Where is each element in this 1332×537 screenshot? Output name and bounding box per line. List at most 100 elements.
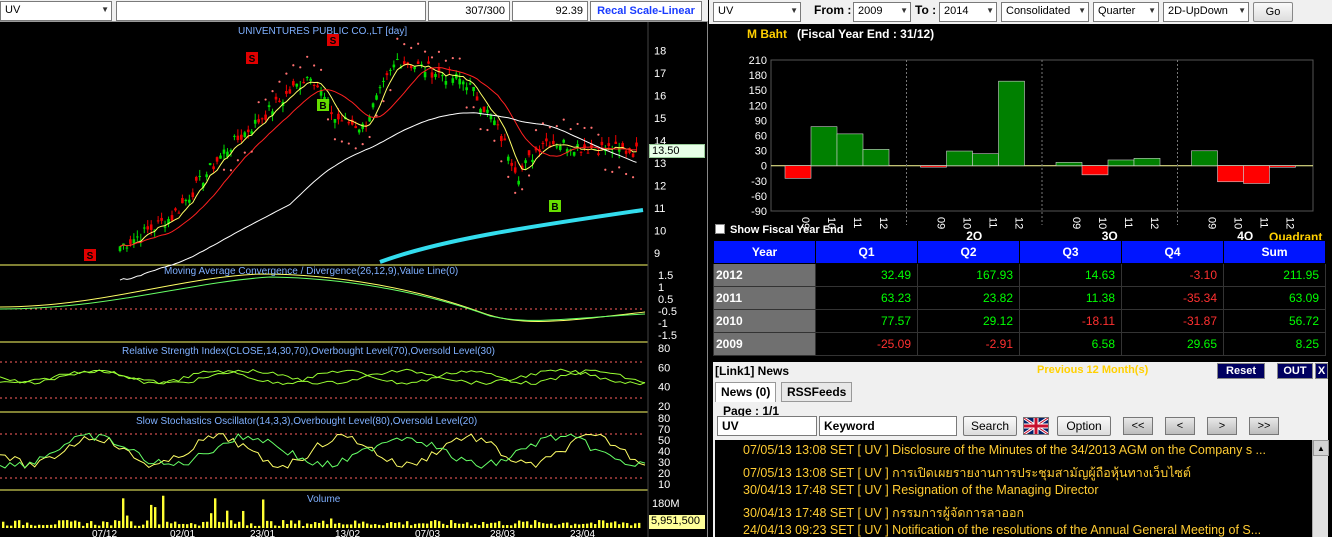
bar-3Q-09 <box>1055 162 1083 166</box>
sar-dot <box>576 122 579 126</box>
news-item[interactable]: 30/04/13 17:48 SET [ UV ] กรรมการผู้จัดก… <box>715 500 1312 520</box>
volume-bar <box>10 525 13 528</box>
volume-bar <box>382 525 385 528</box>
consolidation-dropdown[interactable]: Consolidated ▼ <box>1001 2 1089 22</box>
volume-bar <box>98 525 101 528</box>
candle-body <box>136 236 139 238</box>
first-page-button[interactable]: << <box>1123 417 1153 435</box>
volume-bar <box>438 521 441 528</box>
news-item[interactable]: 24/04/13 09:23 SET [ UV ] Notification o… <box>715 520 1312 537</box>
candle-body <box>170 215 174 221</box>
checkbox-box[interactable] <box>715 224 725 234</box>
fin-symbol-dropdown[interactable]: UV ▼ <box>713 2 801 22</box>
news-symbol-input[interactable]: UV <box>717 416 817 436</box>
candle-body <box>482 106 486 113</box>
news-item[interactable]: 07/05/13 13:08 SET [ UV ] Disclosure of … <box>715 440 1312 460</box>
to-year-dropdown[interactable]: 2014 ▼ <box>939 2 997 22</box>
sar-dot <box>597 133 600 136</box>
technical-chart[interactable]: SSSBB 18171615141312111091.510.5-0.5-1-1… <box>0 22 708 537</box>
bar-4Q-12 <box>1269 165 1296 168</box>
volume-bar <box>206 521 209 528</box>
volume-bar <box>42 525 45 528</box>
symbol-dropdown[interactable]: UV ▼ <box>0 1 112 21</box>
candle-body <box>614 141 618 144</box>
volume-bar <box>442 523 445 528</box>
bar-y-tick: 180 <box>749 70 767 82</box>
sar-dot <box>583 126 586 130</box>
bar-y-tick: 90 <box>755 115 767 127</box>
news-scrollbar[interactable]: ▲ <box>1312 440 1329 537</box>
candle-body <box>572 152 576 156</box>
from-label: From : <box>814 3 852 17</box>
candle-body <box>295 83 299 87</box>
to-label: To : <box>915 3 937 17</box>
keyword-input[interactable]: Keyword <box>819 416 957 436</box>
volume-bar <box>6 525 9 528</box>
volume-bar <box>358 523 361 528</box>
view-dropdown[interactable]: 2D-UpDown ▼ <box>1163 2 1249 22</box>
candle-body <box>458 78 462 85</box>
candle-body <box>631 153 635 157</box>
tab-news[interactable]: News (0) <box>715 382 777 402</box>
from-year-value: 2009 <box>858 5 883 17</box>
candle-body <box>129 239 132 244</box>
prev-page-button[interactable]: < <box>1165 417 1195 435</box>
recal-scale-button[interactable]: Recal Scale-Linear <box>590 1 702 21</box>
from-year-dropdown[interactable]: 2009 ▼ <box>853 2 911 22</box>
volume-value-tag: 5,951,500 <box>649 515 705 529</box>
sar-dot <box>555 125 558 128</box>
col-q4: Q4 <box>1121 240 1224 264</box>
news-item[interactable]: 30/04/13 17:48 SET [ UV ] Resignation of… <box>715 480 1312 500</box>
sar-dot <box>271 90 274 93</box>
macd-line <box>0 273 646 322</box>
volume-bar <box>458 523 461 528</box>
price-axis-tick: 12 <box>654 181 666 193</box>
language-flag-icon[interactable] <box>1023 416 1049 436</box>
candle-body <box>205 174 208 178</box>
sar-dot <box>354 147 357 150</box>
tab-rssfeeds[interactable]: RSSFeeds <box>781 382 853 402</box>
candle-body <box>607 143 611 146</box>
bar-x-tick: 09 <box>1070 217 1082 229</box>
bar-4Q-10 <box>1217 165 1244 183</box>
candle-body <box>416 61 420 64</box>
macd-title: Moving Average Convergence / Divergence(… <box>164 266 458 277</box>
sar-dot <box>340 140 343 143</box>
volume-bar <box>290 520 293 528</box>
volume-bar <box>26 522 29 528</box>
news-item[interactable]: 07/05/13 13:08 SET [ UV ] การเปิดเผยรายง… <box>715 460 1312 480</box>
out-button[interactable]: OUT <box>1277 363 1313 379</box>
cell-q3: 6.58 <box>1019 332 1122 356</box>
cell-sum: 211.95 <box>1223 263 1326 287</box>
bar-x-tick: 12 <box>1013 217 1025 229</box>
last-page-button[interactable]: >> <box>1249 417 1279 435</box>
news-title: [Link1] News <box>715 364 790 378</box>
col-year: Year <box>713 240 816 264</box>
cell-q2: 167.93 <box>917 263 1020 287</box>
volume-bar <box>606 522 609 528</box>
period-dropdown[interactable]: Quarter ▼ <box>1093 2 1159 22</box>
search-button[interactable]: Search <box>963 416 1017 436</box>
show-fiscal-label: Show Fiscal Year End <box>730 224 844 236</box>
macd-tick: -1.5 <box>658 330 677 342</box>
sar-dot <box>631 176 635 179</box>
cell-sum: 63.09 <box>1223 286 1326 310</box>
close-button[interactable]: X <box>1315 363 1328 379</box>
bar-x-tick: 11 <box>1122 217 1134 228</box>
option-button[interactable]: Option <box>1057 416 1111 436</box>
sar-dot <box>410 46 413 49</box>
next-page-button[interactable]: > <box>1207 417 1237 435</box>
volume-bar <box>566 522 569 528</box>
candle-body <box>264 114 267 120</box>
volume-bar <box>538 522 541 528</box>
volume-bar <box>70 521 73 528</box>
cell-q4: -31.87 <box>1121 309 1224 333</box>
volume-bar <box>158 524 161 528</box>
candle-body <box>392 64 396 68</box>
scroll-up-icon[interactable]: ▲ <box>1313 440 1329 456</box>
sar-dot <box>569 127 572 131</box>
reset-button[interactable]: Reset <box>1217 363 1265 379</box>
volume-title: Volume <box>307 494 341 505</box>
show-fiscal-year-checkbox[interactable]: Show Fiscal Year End <box>715 224 844 236</box>
go-button[interactable]: Go <box>1253 2 1293 22</box>
